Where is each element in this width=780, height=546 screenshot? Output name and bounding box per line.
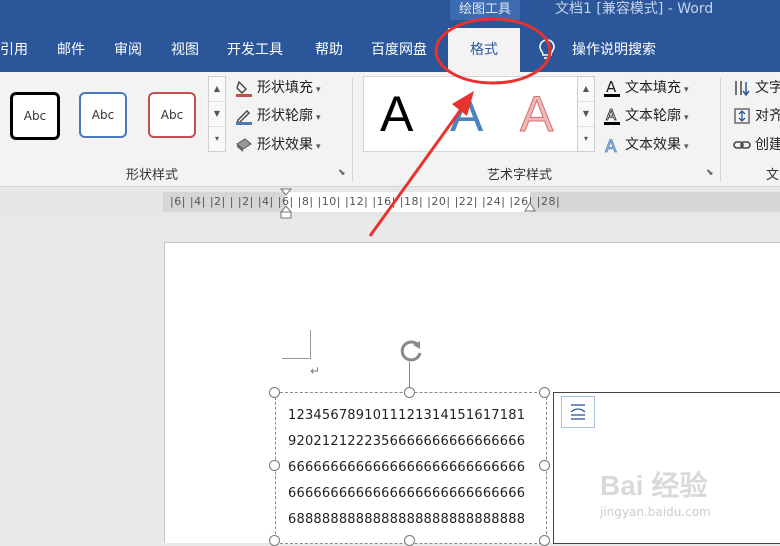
text-outline-icon: A [604, 106, 620, 125]
text-direction-icon [735, 81, 750, 97]
tab-format[interactable]: 格式 [448, 28, 520, 72]
paint-bucket-icon [236, 80, 252, 97]
dropdown-arrow-icon: ▾ [684, 142, 689, 152]
watermark-url: jingyan.baidu.com [600, 505, 711, 519]
text-fill-button[interactable]: A 文本填充 ▾ [602, 76, 689, 100]
dialog-launcher-icon[interactable]: ⬊ [706, 168, 716, 178]
text-box[interactable]: 1234567891011121314151617181 92021212223… [275, 392, 547, 544]
gallery-more-icon[interactable]: ▾ [578, 127, 594, 151]
create-link-button[interactable]: 创建 [732, 133, 780, 157]
ruler-labels: |6| |4| |2| | |2| |4| |6| |8| |10| |12| … [170, 195, 561, 208]
text-line: 9202121222356666666666666666 [288, 434, 526, 449]
chevron-up-icon[interactable]: ▲ [209, 77, 225, 102]
chevron-down-icon[interactable]: ▼ [578, 102, 594, 127]
baidu-watermark: Bai 经验 [600, 470, 708, 501]
paragraph-mark-icon: ↵ [310, 364, 321, 378]
indent-marker-icon[interactable] [279, 188, 293, 220]
text-line: 6666666666666666666666666666 [288, 486, 526, 501]
create-link-label: 创建 [755, 137, 780, 153]
align-text-button[interactable]: 对齐 [732, 104, 780, 128]
tab-baidu-netdisk[interactable]: 百度网盘 [371, 20, 427, 72]
text-direction-button[interactable]: 文字 [732, 76, 780, 100]
align-text-label: 对齐 [755, 108, 780, 124]
tab-mailings[interactable]: 邮件 [57, 20, 85, 72]
rotate-handle-icon[interactable] [396, 336, 426, 366]
text-effects-button[interactable]: A 文本效果 ▾ [602, 133, 689, 157]
document-title: 文档1 [兼容模式] - Word [555, 1, 714, 17]
wordart-gallery-scroll[interactable]: ▲ ▼ ▾ [577, 76, 595, 152]
group-divider [352, 78, 353, 182]
shape-outline-button[interactable]: 形状轮廓 ▾ [234, 104, 321, 128]
dropdown-arrow-icon: ▾ [684, 113, 689, 123]
text-line: 1234567891011121314151617181 [288, 408, 526, 423]
text-direction-label: 文字 [755, 80, 780, 96]
text-outline-button[interactable]: A 文本轮廓 ▾ [602, 104, 689, 128]
text-effects-label: 文本效果 [625, 137, 681, 153]
shape-effects-label: 形状效果 [257, 137, 313, 153]
tell-me-search[interactable]: 操作说明搜索 [572, 20, 656, 80]
right-indent-marker-icon[interactable] [524, 202, 536, 214]
text-line: 6888888888888888888888888888 [288, 512, 526, 527]
resize-handle-top-left[interactable] [269, 387, 280, 398]
dropdown-arrow-icon: ▾ [684, 85, 689, 95]
resize-handle-bottom-left[interactable] [269, 535, 280, 546]
tab-developer[interactable]: 开发工具 [227, 20, 283, 72]
text-fill-label: 文本填充 [625, 80, 681, 96]
chevron-up-icon[interactable]: ▲ [578, 77, 594, 102]
wordart-sample-blue[interactable]: A [450, 84, 483, 144]
text-outline-label: 文本轮廓 [625, 108, 681, 124]
wordart-sample-black[interactable]: A [380, 84, 413, 144]
text-fill-icon: A [604, 78, 620, 97]
resize-handle-bottom[interactable] [404, 535, 415, 546]
shape-style-thumbnail-red[interactable]: Abc [148, 92, 196, 138]
text-box-content[interactable]: 1234567891011121314151617181 92021212223… [288, 403, 538, 533]
wordart-styles-group-label: 艺术字样式 [487, 168, 553, 183]
pencil-icon [235, 110, 252, 125]
wordart-sample-pink[interactable]: A [519, 84, 553, 144]
text-group-label: 文 [766, 168, 780, 183]
chevron-down-icon[interactable]: ▼ [209, 102, 225, 127]
dialog-launcher-icon[interactable]: ⬊ [338, 168, 348, 178]
shape-style-gallery-scroll[interactable]: ▲ ▼ ▾ [208, 76, 226, 152]
shape-fill-label: 形状填充 [257, 80, 313, 96]
dropdown-arrow-icon: ▾ [316, 113, 321, 123]
resize-handle-top[interactable] [404, 387, 415, 398]
shape-outline-label: 形状轮廓 [257, 108, 313, 124]
drawing-tools-context-label: 绘图工具 [450, 0, 520, 20]
align-text-icon [734, 108, 750, 124]
shape-style-thumbnail-blue[interactable]: Abc [79, 92, 127, 138]
margin-corner-mark [282, 330, 311, 359]
text-effects-icon: A [605, 137, 618, 155]
group-divider [720, 78, 721, 182]
resize-handle-left[interactable] [269, 460, 280, 471]
dropdown-arrow-icon: ▾ [316, 85, 321, 95]
text-line: 6666666666666666666666666666 [288, 460, 526, 475]
link-icon [733, 141, 751, 149]
svg-text:A: A [605, 137, 617, 155]
gallery-more-icon[interactable]: ▾ [209, 127, 225, 151]
svg-text:A: A [606, 106, 617, 124]
tab-help[interactable]: 帮助 [315, 20, 343, 72]
tab-review[interactable]: 审阅 [114, 20, 142, 72]
shape-fill-button[interactable]: 形状填充 ▾ [234, 76, 321, 100]
tab-view[interactable]: 视图 [171, 20, 199, 72]
shape-effects-button[interactable]: 形状效果 ▾ [234, 133, 321, 157]
shape-styles-group-label: 形状样式 [126, 168, 179, 183]
shape-style-thumbnail-black[interactable]: Abc [10, 92, 60, 140]
svg-text:A: A [606, 78, 617, 96]
shape-effects-icon [236, 138, 252, 152]
resize-handle-bottom-right[interactable] [539, 535, 550, 546]
layout-options-icon[interactable] [561, 396, 595, 428]
tab-references[interactable]: 引用 [0, 20, 28, 72]
resize-handle-top-right[interactable] [539, 387, 550, 398]
lightbulb-icon[interactable] [538, 38, 556, 62]
resize-handle-right[interactable] [539, 460, 550, 471]
dropdown-arrow-icon: ▾ [316, 142, 321, 152]
